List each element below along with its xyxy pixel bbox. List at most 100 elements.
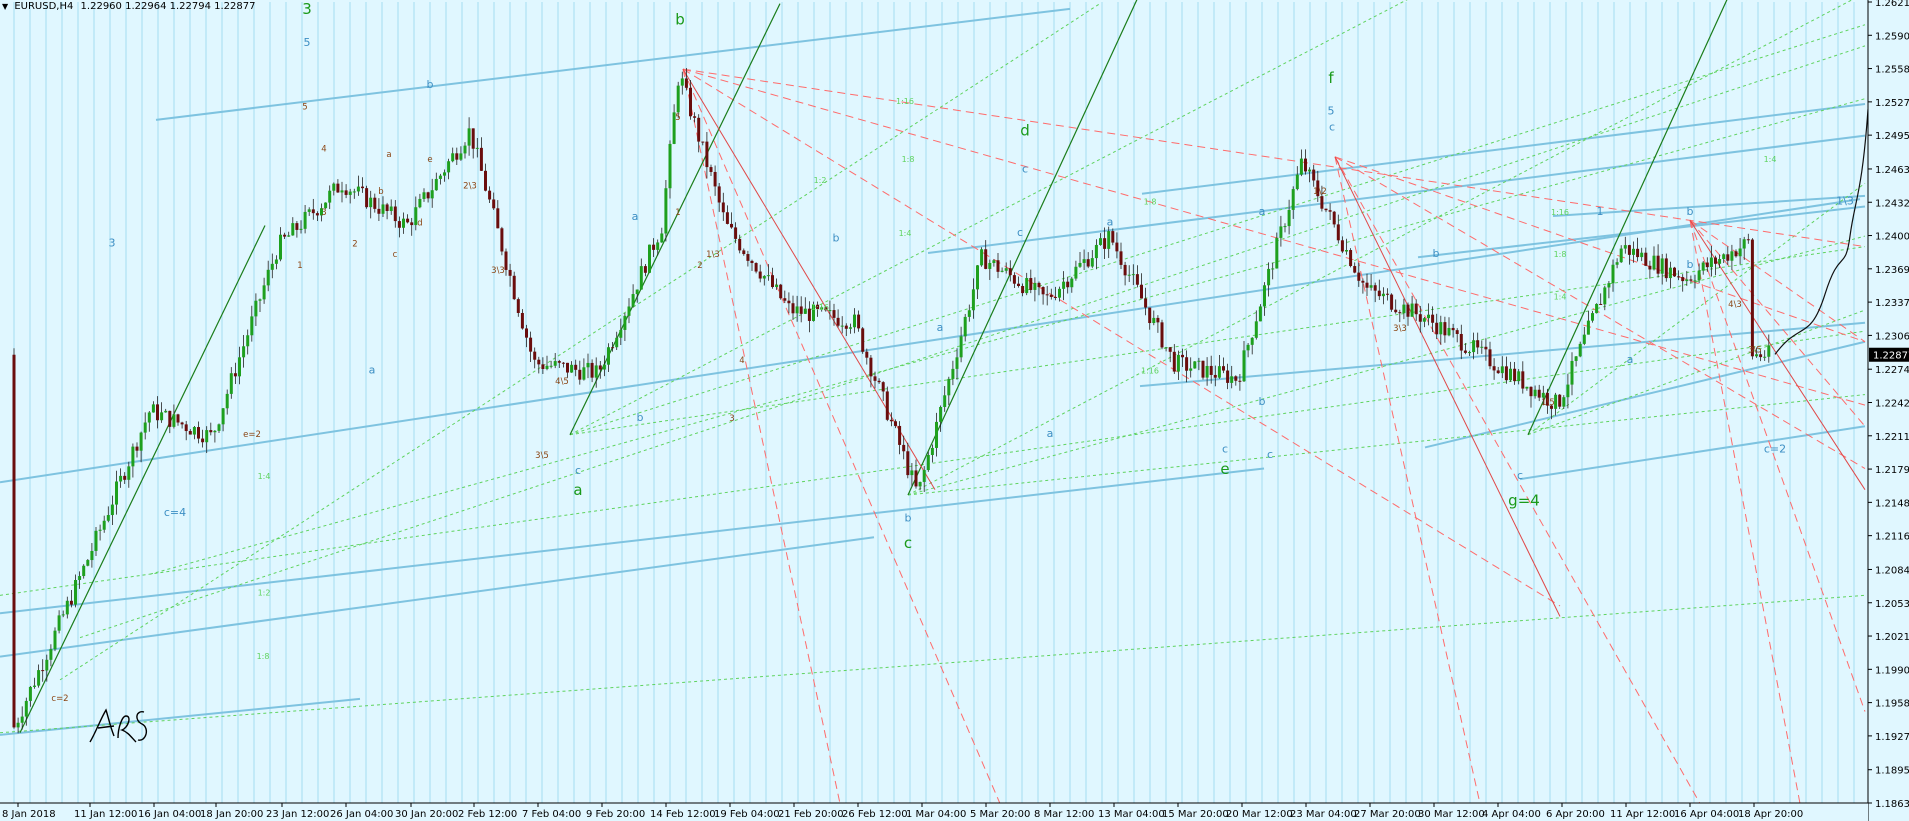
candle-body	[1123, 264, 1127, 276]
candle-body	[1049, 294, 1053, 297]
candle-body	[348, 191, 352, 195]
candle-body	[1209, 365, 1213, 375]
candle-body	[1062, 281, 1066, 289]
y-tick-label: 1.23060	[1875, 331, 1909, 342]
wave-label-minor: b	[905, 511, 912, 524]
candle-body	[771, 275, 774, 288]
candle-body	[1029, 278, 1033, 290]
candle-body	[164, 410, 168, 413]
candle-body	[787, 300, 791, 304]
triangle-down-icon[interactable]: ▼	[2, 2, 8, 11]
candle-body	[1172, 351, 1176, 372]
y-tick-label: 1.24005	[1875, 232, 1909, 243]
candle-body	[635, 289, 639, 295]
candle-body	[1201, 360, 1205, 378]
candle-body	[578, 369, 582, 380]
candle-body	[33, 685, 36, 687]
candle-body	[1197, 360, 1201, 362]
candle-body	[1619, 248, 1623, 263]
candle-body	[1455, 330, 1459, 334]
candle-body	[119, 475, 123, 482]
candle-body	[1267, 268, 1271, 286]
candle-body	[94, 530, 98, 551]
candle-body	[734, 227, 738, 239]
candle-body	[906, 451, 910, 476]
candle-body	[549, 365, 553, 367]
candle-body	[1131, 274, 1135, 276]
candle-body	[1562, 397, 1566, 407]
candle-body	[1205, 365, 1209, 378]
candle-body	[516, 299, 520, 313]
candle-body	[1714, 257, 1717, 264]
candle-body	[28, 686, 32, 701]
chart-root[interactable]: 3 b d f a c e g=4 5 b c=4 3 c b a a c c b a 5 a c c c b 1 b c=2 1\3 b a…	[0, 0, 1909, 821]
candle-body	[1652, 255, 1656, 270]
candle-body	[1168, 347, 1172, 352]
wave-label-minor: b	[833, 231, 840, 244]
candle-body	[16, 722, 20, 728]
candle-body	[69, 600, 73, 605]
wave-label-small: 3\5	[535, 451, 549, 461]
candle-body	[586, 362, 590, 368]
candle-body	[869, 357, 873, 377]
wave-label-minor: 5	[304, 36, 311, 49]
candle-body	[106, 515, 110, 521]
candle-body	[1328, 210, 1332, 212]
candle-body	[537, 359, 541, 365]
candle-body	[1242, 350, 1246, 382]
candle-body	[274, 259, 278, 264]
candle-body	[639, 266, 643, 290]
candle-body	[705, 141, 709, 168]
candle-body	[213, 430, 217, 433]
candle-body	[147, 412, 151, 423]
candle-body	[611, 347, 615, 349]
wave-label-minor: a	[1627, 353, 1634, 366]
wave-label-small: 1\2	[1313, 187, 1327, 197]
candle-body	[959, 336, 963, 358]
y-tick-label: 1.23690	[1875, 265, 1909, 276]
y-tick-label: 1.22110	[1875, 432, 1909, 443]
candle-body	[1439, 322, 1443, 335]
wave-label-minor: 3	[109, 237, 116, 250]
candle-body	[693, 116, 697, 118]
candle-body	[217, 424, 221, 431]
x-tick-label: 6 Apr 20:00	[1546, 809, 1605, 820]
candle-body	[766, 275, 770, 277]
candle-body	[1730, 251, 1734, 261]
signature-mark	[89, 708, 148, 743]
candle-body	[1533, 389, 1537, 397]
candle-body	[1254, 321, 1258, 338]
wave-label-minor: a	[632, 210, 639, 223]
candle-body	[1402, 304, 1406, 314]
candle-body	[303, 211, 307, 229]
candle-body	[1381, 293, 1385, 297]
price-chart[interactable]: 3bdfaceg=45bc=43cbaaccba5acccb1 bc=21\3ba…	[0, 0, 1909, 821]
channel-line	[0, 697, 361, 736]
candle-body	[939, 406, 943, 422]
red-fan-line	[1689, 219, 1866, 427]
x-tick-label: 8 Jan 2018	[2, 809, 56, 820]
wave-label-minor: c=2	[1764, 443, 1786, 456]
candle-body	[1636, 248, 1640, 258]
candle-body	[406, 218, 410, 223]
candle-body	[1312, 169, 1316, 181]
wave-label-major: 3	[302, 0, 312, 18]
candle-body	[1012, 275, 1016, 284]
candle-body	[533, 351, 537, 360]
candle-body	[943, 395, 947, 407]
candle-body	[951, 368, 955, 379]
ohlc-values: 1.22960 1.22964 1.22794 1.22877	[80, 1, 256, 12]
candle-body	[209, 430, 213, 433]
candle-body	[12, 354, 16, 728]
candle-body	[680, 78, 684, 86]
candle-body	[881, 382, 885, 392]
candle-body	[1304, 158, 1307, 172]
candle-body	[697, 117, 701, 142]
candle-body	[315, 213, 319, 216]
candle-body	[623, 315, 627, 330]
candle-body	[1250, 337, 1254, 345]
candle-body	[180, 422, 184, 425]
candle-body	[1000, 270, 1004, 272]
candle-body	[1742, 239, 1746, 249]
x-tick-label: 18 Apr 20:00	[1738, 809, 1803, 820]
